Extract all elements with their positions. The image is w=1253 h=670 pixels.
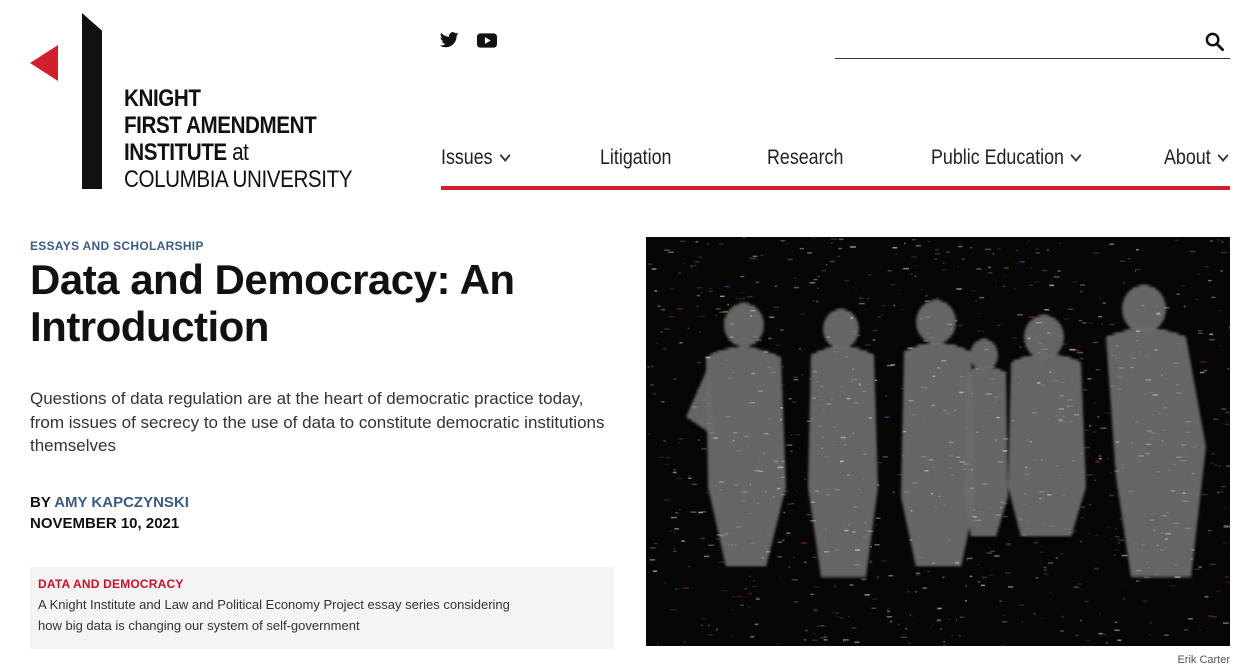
nav-item-label: Research <box>767 146 844 169</box>
series-title-link[interactable]: DATA AND DEMOCRACY <box>38 577 606 591</box>
nav-item-label: Issues <box>441 146 493 169</box>
logo-line-3-bold: INSTITUTE <box>124 139 227 166</box>
logo-line-3: INSTITUTE at <box>124 139 352 166</box>
search-bar <box>835 26 1230 59</box>
search-input[interactable] <box>835 26 1197 56</box>
hero-illustration <box>646 237 1230 646</box>
article-category-link[interactable]: ESSAYS AND SCHOLARSHIP <box>30 239 204 253</box>
series-box: DATA AND DEMOCRACY A Knight Institute an… <box>30 567 614 649</box>
youtube-icon[interactable] <box>477 32 497 53</box>
logo-line-3-rest: at <box>226 139 249 166</box>
logo-line-2: FIRST AMENDMENT <box>124 112 317 139</box>
twitter-icon[interactable] <box>439 32 459 53</box>
article-title: Data and Democracy: An Introduction <box>30 256 515 350</box>
main-nav: Issues Litigation Research Public Educat… <box>441 142 1230 190</box>
nav-item-label: Public Education <box>931 146 1064 169</box>
nav-item-research[interactable]: Research <box>767 146 843 170</box>
logo-bar-mark <box>82 13 102 189</box>
series-description: A Knight Institute and Law and Political… <box>38 597 510 633</box>
logo-wordmark: KNIGHT FIRST AMENDMENT INSTITUTE at COLU… <box>124 85 353 193</box>
logo-triangle-mark <box>30 45 58 81</box>
nav-item-about[interactable]: About <box>1164 146 1229 170</box>
social-links <box>439 32 497 53</box>
search-icon[interactable] <box>1205 32 1224 56</box>
logo-line-1: KNIGHT <box>124 85 201 112</box>
byline: BY AMY KAPCZYNSKI <box>30 494 189 511</box>
chevron-down-icon <box>1217 148 1229 162</box>
chevron-down-icon <box>499 148 511 162</box>
nav-item-litigation[interactable]: Litigation <box>600 146 671 170</box>
site-logo[interactable]: KNIGHT FIRST AMENDMENT INSTITUTE at COLU… <box>30 13 353 193</box>
byline-prefix: BY <box>30 494 55 511</box>
nav-item-label: Litigation <box>600 146 672 169</box>
nav-item-public-education[interactable]: Public Education <box>931 146 1082 170</box>
logo-line-4: COLUMBIA UNIVERSITY <box>124 166 353 193</box>
article-dek: Questions of data regulation are at the … <box>30 389 605 455</box>
hero-image <box>646 237 1230 646</box>
nav-item-label: About <box>1164 146 1211 169</box>
author-link[interactable]: AMY KAPCZYNSKI <box>54 494 189 511</box>
nav-item-issues[interactable]: Issues <box>441 146 511 170</box>
publish-date: NOVEMBER 10, 2021 <box>30 515 180 532</box>
chevron-down-icon <box>1070 148 1082 162</box>
image-credit: Erik Carter <box>1177 654 1230 666</box>
